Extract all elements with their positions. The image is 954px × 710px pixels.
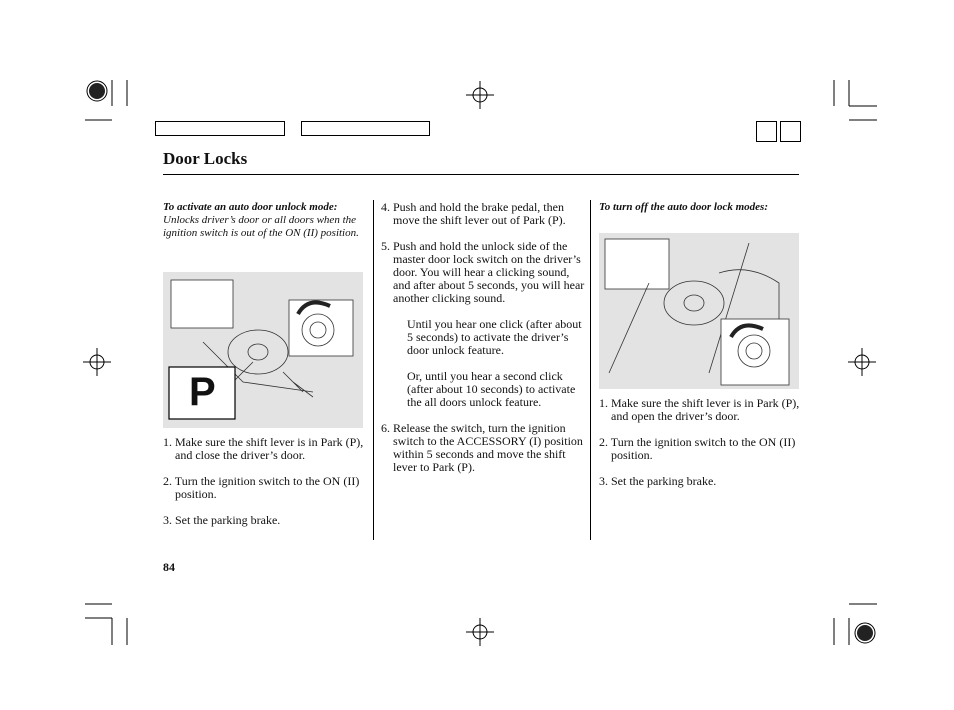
note: Or, until you hear a second click (after… <box>407 369 576 409</box>
section-heading: To turn off the auto door lock modes: <box>599 201 768 213</box>
section-description: Unlocks driver’s door or all doors when … <box>163 214 359 239</box>
note: Until you hear one click (after about 5 … <box>407 317 582 357</box>
right-column: To turn off the auto door lock modes: <box>599 201 799 214</box>
manual-page: Door Locks To activate an auto door unlo… <box>0 0 954 710</box>
dashboard-illustration: P <box>163 272 363 428</box>
left-column: To activate an auto door unlock mode: Un… <box>163 201 363 240</box>
nav-square <box>756 121 777 142</box>
step: 1. Make sure the shift lever is in Park … <box>599 396 800 423</box>
left-steps: 1. Make sure the shift lever is in Park … <box>163 436 368 540</box>
park-indicator: P <box>189 370 216 414</box>
step: 2. Turn the ignition switch to the ON (I… <box>599 435 796 462</box>
nav-square <box>780 121 801 142</box>
step: 1. Make sure the shift lever is in Park … <box>163 435 364 462</box>
header-tab-box <box>301 121 430 136</box>
step: 2. Turn the ignition switch to the ON (I… <box>163 474 360 501</box>
page-title: Door Locks <box>163 149 248 168</box>
step: 3. Set the parking brake. <box>163 513 281 527</box>
driver-door-illustration <box>599 233 799 389</box>
title-rule <box>163 174 799 175</box>
step: 6. Release the switch, turn the ignition… <box>381 421 583 474</box>
header-tab-box <box>155 121 285 136</box>
column-divider <box>373 200 374 540</box>
step: 5. Push and hold the unlock side of the … <box>381 239 585 305</box>
page-number: 84 <box>163 560 175 574</box>
step: 3. Set the parking brake. <box>599 474 717 488</box>
step: 4. Push and hold the brake pedal, then m… <box>381 200 566 227</box>
section-heading: To activate an auto door unlock mode: <box>163 201 338 213</box>
right-steps: 1. Make sure the shift lever is in Park … <box>599 397 804 501</box>
middle-column: 4. Push and hold the brake pedal, then m… <box>381 201 586 487</box>
column-divider <box>590 200 591 540</box>
